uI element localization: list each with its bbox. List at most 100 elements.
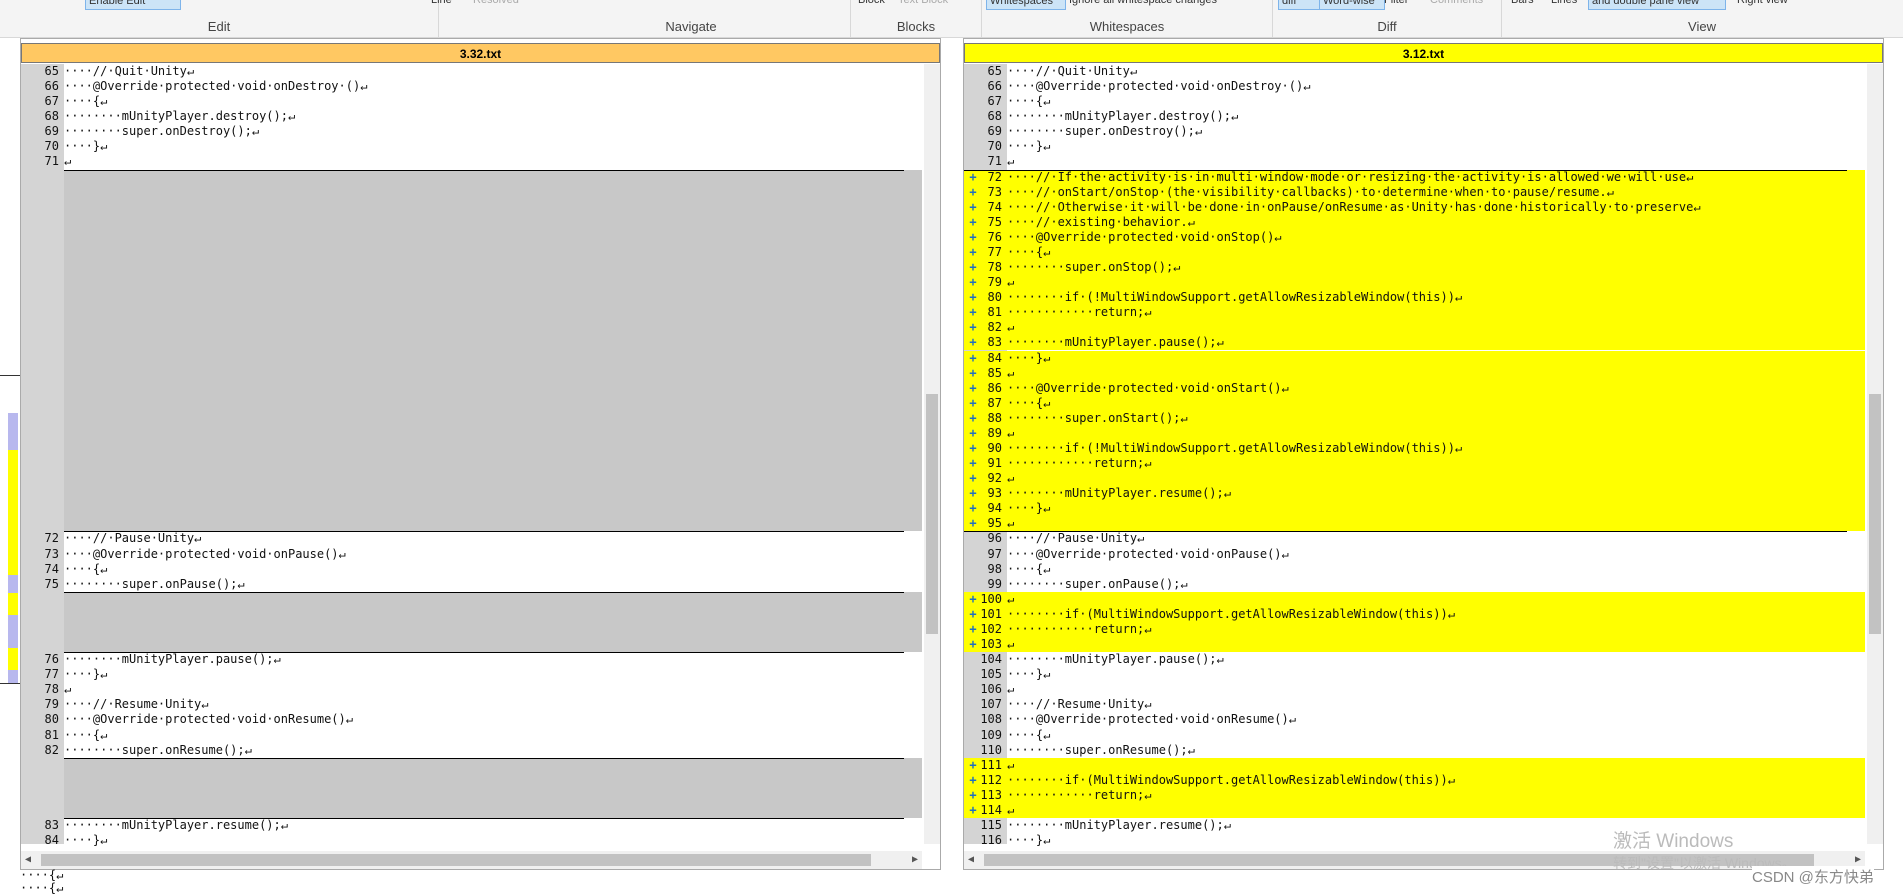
left-pane[interactable]: 3.32.txt 65 ····//·Quit·Unity↵ 66 ····@Over… bbox=[20, 38, 941, 870]
added-line[interactable]: +113 ············return;↵ bbox=[964, 787, 1865, 803]
code-line[interactable]: 72 ····//·Pause·Unity↵ bbox=[21, 531, 922, 546]
code-line[interactable]: 74 ····{↵ bbox=[21, 562, 922, 577]
double-pane-view-button[interactable]: and double pane view bbox=[1588, 0, 1726, 10]
scroll-left-arrow-icon[interactable]: ◀ bbox=[968, 854, 974, 865]
added-line[interactable]: +87 ····{↵ bbox=[964, 395, 1865, 411]
scroll-right-arrow-icon[interactable]: ▶ bbox=[1855, 854, 1861, 865]
added-line[interactable]: +75 ····//·existing·behavior.↵ bbox=[964, 214, 1865, 230]
right-view-button[interactable]: Right view bbox=[1734, 0, 1806, 8]
code-line[interactable]: 66 ····@Override·protected·void·onDestroy… bbox=[964, 79, 1865, 94]
code-line[interactable]: 69 ········super.onDestroy();↵ bbox=[964, 124, 1865, 139]
code-line[interactable]: 69 ········super.onDestroy();↵ bbox=[21, 124, 922, 139]
code-line[interactable]: 67 ····{↵ bbox=[964, 94, 1865, 109]
added-line[interactable]: +84 ····}↵ bbox=[964, 350, 1865, 366]
code-line[interactable]: 96 ····//·Pause·Unity↵ bbox=[964, 531, 1865, 546]
added-line[interactable]: +82 ↵ bbox=[964, 320, 1865, 336]
code-line[interactable]: 71 ↵ bbox=[21, 154, 922, 169]
code-line[interactable]: 99 ········super.onPause();↵ bbox=[964, 577, 1865, 592]
code-line[interactable]: 84 ····}↵ bbox=[21, 833, 922, 848]
right-pane[interactable]: 3.12.txt 65 ····//·Quit·Unity↵ 66 ····@Over… bbox=[963, 38, 1884, 870]
code-line[interactable]: 104 ········mUnityPlayer.pause();↵ bbox=[964, 652, 1865, 667]
code-line[interactable]: 82 ········super.onResume();↵ bbox=[21, 743, 922, 758]
right-vertical-scrollbar[interactable] bbox=[1867, 64, 1883, 844]
left-hscroll-thumb[interactable] bbox=[41, 854, 871, 866]
code-line[interactable]: 77 ····}↵ bbox=[21, 667, 922, 682]
code-line[interactable]: 110 ········super.onResume();↵ bbox=[964, 743, 1865, 758]
code-line[interactable]: 73 ····@Override·protected·void·onPause()… bbox=[21, 547, 922, 562]
added-line[interactable]: +92 ↵ bbox=[964, 471, 1865, 487]
enable-edit-button[interactable]: Enable Edit bbox=[85, 0, 181, 10]
scroll-left-arrow-icon[interactable]: ◀ bbox=[25, 854, 31, 865]
added-line[interactable]: +90 ········if·(!MultiWindowSupport.getAl… bbox=[964, 441, 1865, 456]
code-line[interactable]: 79 ····//·Resume·Unity↵ bbox=[21, 697, 922, 712]
left-code-area[interactable]: 65 ····//·Quit·Unity↵ 66 ····@Override·prot… bbox=[21, 64, 922, 847]
added-line[interactable]: +89 ↵ bbox=[964, 425, 1865, 441]
added-line[interactable]: +72 ····//·If·the·activity·is·in·multi·wi… bbox=[964, 169, 1865, 185]
right-code-area[interactable]: 65 ····//·Quit·Unity↵ 66 ····@Override·prot… bbox=[964, 64, 1865, 847]
added-line[interactable]: +102 ············return;↵ bbox=[964, 621, 1865, 637]
added-line[interactable]: +81 ············return;↵ bbox=[964, 305, 1865, 321]
whitespaces-button[interactable]: Whitespaces bbox=[986, 0, 1066, 10]
code-line[interactable]: 105 ····}↵ bbox=[964, 667, 1865, 682]
added-line[interactable]: +88 ········super.onStart();↵ bbox=[964, 410, 1865, 426]
added-line[interactable]: +85 ↵ bbox=[964, 365, 1865, 381]
code-line[interactable]: 68 ········mUnityPlayer.destroy();↵ bbox=[21, 109, 922, 124]
resolved-button[interactable]: Resolved bbox=[470, 0, 536, 8]
added-line[interactable]: +74 ····//·Otherwise·it·will·be·done·in·o… bbox=[964, 199, 1865, 215]
added-line[interactable]: +100 ↵ bbox=[964, 591, 1865, 607]
diff-button[interactable]: diff bbox=[1278, 0, 1322, 10]
text-block-button[interactable]: Text Block bbox=[895, 0, 975, 8]
code-line[interactable]: 70 ····}↵ bbox=[21, 139, 922, 154]
code-line[interactable]: 97 ····@Override·protected·void·onPause()… bbox=[964, 547, 1865, 562]
added-line[interactable]: +111 ↵ bbox=[964, 757, 1865, 773]
added-line[interactable]: +114 ↵ bbox=[964, 802, 1865, 818]
code-line[interactable]: 98 ····{↵ bbox=[964, 562, 1865, 577]
code-line[interactable]: 75 ········super.onPause();↵ bbox=[21, 577, 922, 592]
left-horizontal-scrollbar[interactable]: ◀ ▶ bbox=[21, 851, 922, 869]
code-line[interactable]: 65 ····//·Quit·Unity↵ bbox=[964, 64, 1865, 79]
added-line[interactable]: +80 ········if·(!MultiWindowSupport.getAl… bbox=[964, 290, 1865, 306]
added-line[interactable]: +79 ↵ bbox=[964, 275, 1865, 291]
added-line[interactable]: +73 ····//·onStart/onStop·(the·visibility… bbox=[964, 184, 1865, 200]
code-line[interactable]: 76 ········mUnityPlayer.pause();↵ bbox=[21, 652, 922, 667]
left-vertical-scrollbar[interactable] bbox=[924, 64, 940, 844]
word-wise-button[interactable]: Word-wise bbox=[1319, 0, 1385, 10]
code-line[interactable]: 71 ↵ bbox=[964, 154, 1865, 169]
added-line[interactable]: +78 ········super.onStop();↵ bbox=[964, 260, 1865, 276]
right-scroll-thumb[interactable] bbox=[1869, 394, 1881, 634]
added-line[interactable]: +93 ········mUnityPlayer.resume();↵ bbox=[964, 486, 1865, 502]
code-line[interactable]: 106 ↵ bbox=[964, 682, 1865, 697]
added-line[interactable]: +76 ····@Override·protected·void·onStop()… bbox=[964, 229, 1865, 245]
scroll-right-arrow-icon[interactable]: ▶ bbox=[912, 854, 918, 865]
comments-button[interactable]: Comments bbox=[1427, 0, 1499, 8]
added-line[interactable]: +101 ········if·(MultiWindowSupport.getAl… bbox=[964, 606, 1865, 622]
code-line[interactable]: 78 ↵ bbox=[21, 682, 922, 697]
code-line[interactable]: 65 ····//·Quit·Unity↵ bbox=[21, 64, 922, 79]
code-line[interactable]: 83 ········mUnityPlayer.resume();↵ bbox=[21, 818, 922, 833]
code-line[interactable]: 70 ····}↵ bbox=[964, 139, 1865, 154]
code-line[interactable]: 68 ········mUnityPlayer.destroy();↵ bbox=[964, 109, 1865, 124]
added-line[interactable]: +103 ↵ bbox=[964, 637, 1865, 653]
added-line[interactable]: +95 ↵ bbox=[964, 516, 1865, 532]
added-line[interactable]: +112 ········if·(MultiWindowSupport.getAl… bbox=[964, 772, 1865, 788]
added-line[interactable]: +77 ····{↵ bbox=[964, 244, 1865, 260]
diff-overview-bar[interactable] bbox=[0, 38, 20, 892]
code-line[interactable]: 66 ····@Override·protected·void·onDestroy… bbox=[21, 79, 922, 94]
left-scroll-thumb[interactable] bbox=[926, 394, 938, 634]
code-line[interactable]: 81 ····{↵ bbox=[21, 728, 922, 743]
block-button[interactable]: Block bbox=[855, 0, 897, 8]
added-line[interactable]: +83 ········mUnityPlayer.pause();↵ bbox=[964, 335, 1865, 351]
ignore-whitespace-button[interactable]: Ignore all whitespace changes bbox=[1066, 0, 1272, 8]
code-line[interactable]: 80 ····@Override·protected·void·onResume(… bbox=[21, 712, 922, 727]
lines-button[interactable]: Lines bbox=[1548, 0, 1590, 8]
line-button[interactable]: Line bbox=[428, 0, 474, 8]
code-line[interactable]: 108 ····@Override·protected·void·onResume… bbox=[964, 712, 1865, 727]
code-line[interactable]: 109 ····{↵ bbox=[964, 728, 1865, 743]
added-line[interactable]: +91 ············return;↵ bbox=[964, 456, 1865, 472]
added-line[interactable]: +86 ····@Override·protected·void·onStart(… bbox=[964, 380, 1865, 396]
added-line[interactable]: +94 ····}↵ bbox=[964, 501, 1865, 517]
code-line[interactable]: 67 ····{↵ bbox=[21, 94, 922, 109]
bars-button[interactable]: Bars bbox=[1508, 0, 1546, 8]
code-line[interactable]: 107 ····//·Resume·Unity↵ bbox=[964, 697, 1865, 712]
filter-button[interactable]: Filter bbox=[1381, 0, 1421, 8]
